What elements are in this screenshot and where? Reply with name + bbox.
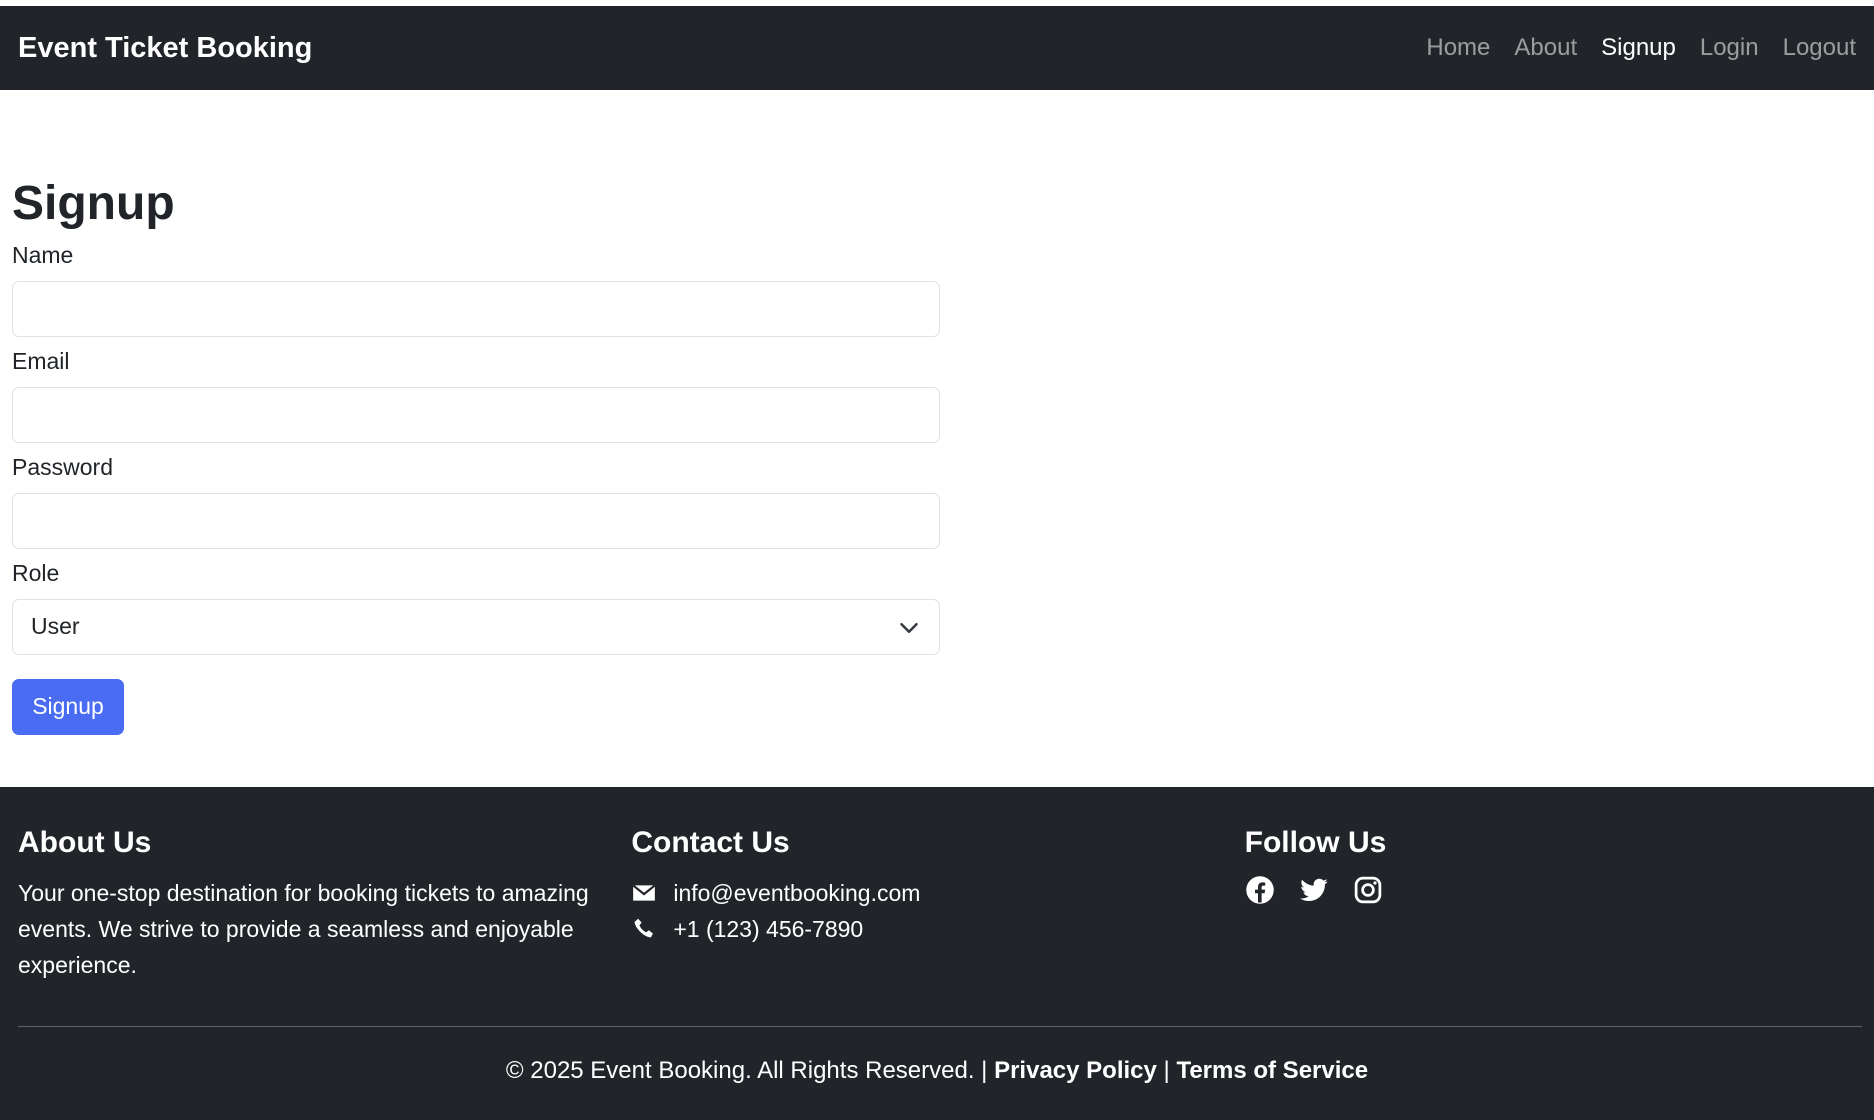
- footer-contact: Contact Us info@eventbooking.com +1 (123…: [631, 825, 1244, 983]
- email-field[interactable]: [12, 386, 940, 443]
- contact-title: Contact Us: [631, 826, 790, 859]
- footer-follow: Follow Us: [1245, 825, 1858, 983]
- copyright-text: © 2025 Event Booking. All Rights Reserve…: [505, 1057, 988, 1084]
- page-title: Signup: [12, 177, 175, 230]
- facebook-icon[interactable]: [1245, 875, 1275, 905]
- name-label: Name: [12, 241, 74, 268]
- navbar: Event Ticket Booking Home About Signup L…: [0, 6, 1874, 90]
- password-field[interactable]: [12, 492, 940, 549]
- nav-signup[interactable]: Signup: [1601, 34, 1676, 62]
- contact-phone-row: +1 (123) 456-7890: [631, 911, 1244, 947]
- copyright-separator: |: [1163, 1057, 1170, 1084]
- role-label: Role: [12, 559, 60, 586]
- nav-about[interactable]: About: [1514, 34, 1577, 62]
- name-field[interactable]: [12, 280, 940, 337]
- email-label: Email: [12, 347, 70, 374]
- footer: About Us Your one-stop destination for b…: [0, 787, 1874, 1120]
- nav-home[interactable]: Home: [1426, 34, 1490, 62]
- nav-links: Home About Signup Login Logout: [1426, 34, 1856, 62]
- copyright: © 2025 Event Booking. All Rights Reserve…: [0, 1057, 1874, 1085]
- contact-phone[interactable]: +1 (123) 456-7890: [673, 911, 863, 947]
- phone-icon: [634, 918, 654, 938]
- brand-logo[interactable]: Event Ticket Booking: [18, 32, 312, 65]
- twitter-icon[interactable]: [1299, 875, 1329, 905]
- terms-of-service-link[interactable]: Terms of Service: [1176, 1057, 1368, 1084]
- instagram-icon[interactable]: [1353, 875, 1383, 905]
- envelope-icon: [632, 884, 656, 901]
- nav-logout[interactable]: Logout: [1783, 34, 1856, 62]
- about-text: Your one-stop destination for booking ti…: [18, 880, 589, 978]
- footer-about: About Us Your one-stop destination for b…: [18, 825, 631, 983]
- about-title: About Us: [18, 826, 152, 859]
- role-select[interactable]: User: [12, 598, 940, 655]
- signup-form: Signup Name Email Password Role User Sig…: [12, 170, 940, 735]
- footer-divider: [18, 1026, 1862, 1027]
- contact-email[interactable]: info@eventbooking.com: [673, 875, 920, 911]
- social-links: [1245, 875, 1858, 905]
- signup-button[interactable]: Signup: [12, 678, 124, 735]
- password-label: Password: [12, 453, 113, 480]
- follow-title: Follow Us: [1244, 826, 1387, 859]
- privacy-policy-link[interactable]: Privacy Policy: [994, 1057, 1157, 1084]
- role-selected-value: User: [31, 613, 80, 640]
- chevron-down-icon: [900, 622, 918, 633]
- nav-login[interactable]: Login: [1700, 34, 1759, 62]
- contact-email-row: info@eventbooking.com: [631, 875, 1244, 911]
